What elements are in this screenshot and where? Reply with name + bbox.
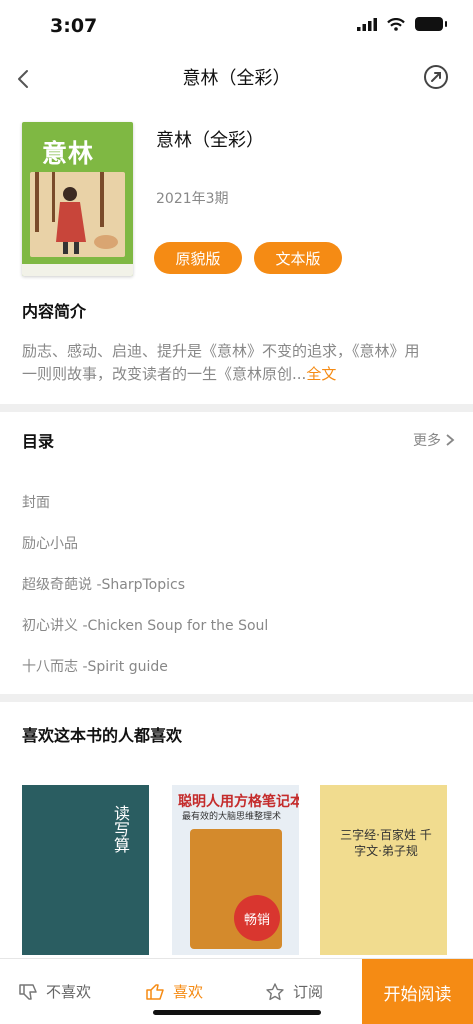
toc-item[interactable]: 初心讲义 -Chicken Soup for the Soul bbox=[22, 615, 268, 635]
intro-body: 励志、感动、启迪、提升是《意林》不变的追求，《意林》用一则则故事，改变读者的一生… bbox=[22, 342, 420, 383]
book-title: 意林（全彩） bbox=[156, 130, 264, 151]
nav-bar: 意林（全彩） bbox=[0, 50, 473, 106]
original-version-button[interactable]: 原貌版 bbox=[154, 242, 242, 274]
toc-item[interactable]: 封面 bbox=[22, 492, 50, 512]
text-version-button[interactable]: 文本版 bbox=[254, 242, 342, 274]
divider bbox=[0, 404, 473, 412]
intro-text: 励志、感动、启迪、提升是《意林》不变的追求，《意林》用一则则故事，改变读者的一生… bbox=[22, 340, 434, 386]
start-reading-button[interactable]: 开始阅读 bbox=[362, 959, 473, 1024]
recommended-book[interactable]: 读写算 bbox=[22, 785, 149, 955]
toc-more-label: 更多 bbox=[413, 433, 441, 449]
subscribe-button[interactable]: 订阅 bbox=[265, 981, 323, 1002]
home-indicator bbox=[153, 1010, 321, 1015]
recommended-book-subtitle: 最有效的大脑思维整理术 bbox=[182, 812, 282, 822]
book-cover[interactable]: 意林 bbox=[22, 122, 133, 276]
like-button[interactable]: 喜欢 bbox=[145, 981, 203, 1002]
toc-heading: 目录 bbox=[22, 432, 55, 451]
status-bar: 3:07 bbox=[0, 0, 473, 50]
cover-title: 意林 bbox=[42, 139, 95, 168]
battery-icon bbox=[415, 17, 447, 31]
page-title: 意林（全彩） bbox=[182, 68, 291, 89]
toc-more-link[interactable]: 更多 bbox=[413, 430, 455, 450]
bestseller-stamp: 畅销 bbox=[234, 895, 280, 941]
cover-footer bbox=[22, 264, 133, 276]
book-header: 意林 意林（全彩） 2021年3期 原貌版 文本版 bbox=[22, 122, 452, 282]
recommended-book[interactable]: 聪明人用方格笔记本 最有效的大脑思维整理术 畅销 bbox=[172, 785, 299, 955]
like-label: 喜欢 bbox=[173, 983, 204, 1001]
full-text-link[interactable]: 全文 bbox=[306, 365, 336, 383]
wifi-icon bbox=[387, 17, 405, 31]
status-time: 3:07 bbox=[50, 15, 98, 37]
recommended-book-title: 三字经·百家姓 千字文·弟子规 bbox=[340, 828, 432, 858]
thumbs-up-icon bbox=[146, 983, 164, 1000]
intro-heading: 内容简介 bbox=[22, 302, 87, 321]
toc-item[interactable]: 十八而志 -Spirit guide bbox=[22, 656, 168, 676]
book-issue: 2021年3期 bbox=[156, 191, 229, 207]
chevron-right-icon bbox=[446, 434, 455, 446]
toc-item[interactable]: 励心小品 bbox=[22, 533, 78, 553]
status-icons bbox=[357, 17, 447, 31]
star-icon bbox=[266, 982, 284, 1000]
toc-item[interactable]: 超级奇葩说 -SharpTopics bbox=[22, 574, 185, 594]
signal-icon bbox=[357, 17, 377, 31]
recommended-book-title: 聪明人用方格笔记本 bbox=[178, 794, 299, 810]
subscribe-label: 订阅 bbox=[293, 983, 324, 1001]
cover-illustration bbox=[30, 172, 125, 257]
thumbs-down-icon bbox=[19, 983, 37, 1000]
dislike-label: 不喜欢 bbox=[46, 983, 92, 1001]
divider bbox=[0, 694, 473, 702]
recommended-book-title: 读写算 bbox=[111, 805, 130, 853]
dislike-button[interactable]: 不喜欢 bbox=[18, 981, 91, 1002]
share-icon[interactable] bbox=[421, 62, 451, 92]
recommended-book[interactable]: 三字经·百家姓 千字文·弟子规 bbox=[320, 785, 447, 955]
recommend-heading: 喜欢这本书的人都喜欢 bbox=[22, 726, 183, 745]
